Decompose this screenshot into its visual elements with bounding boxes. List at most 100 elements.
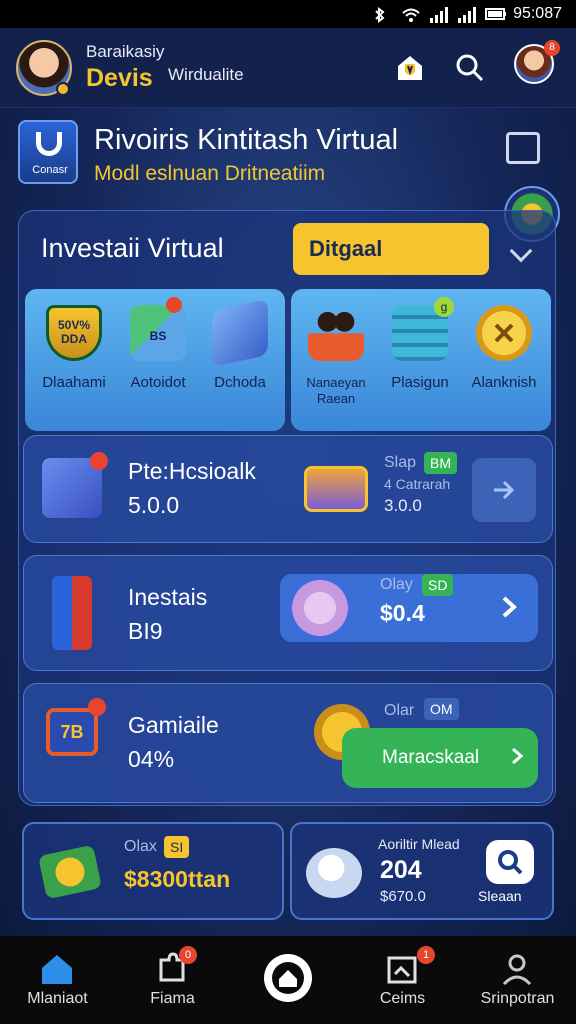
stats-card[interactable]: Aoriltir Mlead 204 $670.0 Sleaan bbox=[290, 822, 554, 920]
nav-label: Ceims bbox=[379, 990, 426, 1007]
nav-item-center[interactable] bbox=[230, 936, 345, 1024]
balance-card[interactable]: Olax SI $8300ttan bbox=[22, 822, 284, 920]
tab-digital[interactable]: Ditgaal bbox=[293, 223, 489, 275]
calendar-icon bbox=[387, 956, 417, 984]
category-item[interactable]: 50V% DDA Dlaahami bbox=[29, 305, 119, 391]
panel-title: Investaii Virtual bbox=[41, 233, 224, 263]
balance-amount: $8300ttan bbox=[124, 866, 231, 892]
chevron-down-icon[interactable] bbox=[509, 239, 533, 263]
row-title: Inestais bbox=[128, 584, 208, 610]
x-mark-icon bbox=[494, 323, 514, 343]
disc-icon bbox=[306, 848, 362, 898]
row-sub-label: 4 Catrarah bbox=[384, 476, 451, 492]
search-icon bbox=[456, 54, 484, 82]
row-pill: OM bbox=[424, 698, 459, 720]
row-open-button[interactable] bbox=[472, 458, 536, 522]
row-value: 04% bbox=[128, 746, 175, 772]
people-icon bbox=[308, 305, 364, 361]
category-label: Alanknish bbox=[471, 374, 537, 391]
category-item[interactable]: Alanknish bbox=[459, 305, 549, 391]
category-label: Dlaahami bbox=[42, 374, 106, 391]
nav-item-profile[interactable]: Srinpotran bbox=[460, 936, 575, 1024]
battery-icon bbox=[52, 576, 92, 650]
app-logo: Conasr bbox=[18, 120, 78, 184]
row-title: Pte:Hcsioalk bbox=[128, 458, 256, 484]
stats-title: Aoriltir Mlead bbox=[378, 836, 460, 852]
username: Devis bbox=[86, 64, 153, 92]
row-pill: SD bbox=[422, 574, 454, 596]
category-item[interactable]: g Plasigun bbox=[375, 297, 465, 391]
arrow-right-icon bbox=[494, 480, 515, 500]
row-highlight: Olay SD $0.4 bbox=[280, 574, 538, 642]
status-bar: 95:087 bbox=[0, 0, 576, 28]
row-small-label: Slap bbox=[384, 454, 417, 471]
row-title: Gamiaile bbox=[128, 712, 219, 738]
row-amount: 3.0.0 bbox=[384, 496, 422, 515]
toy-icon bbox=[292, 580, 348, 636]
header: Baraikasiy Devis Wirdualite 8 bbox=[0, 28, 576, 108]
bottom-nav: Mlaniaot 0 Fiama 1 Ceims Srinpotran bbox=[0, 936, 576, 1024]
category-group-left: 50V% DDA Dlaahami BS Aotoidot Dchoda bbox=[25, 289, 285, 431]
status-time: 95:087 bbox=[513, 5, 562, 22]
pin-icon bbox=[166, 297, 182, 313]
stack-icon: g bbox=[392, 297, 454, 361]
balance-pill: SI bbox=[164, 836, 190, 858]
chevron-right-icon bbox=[512, 747, 524, 765]
app-info: Conasr Rivoiris Kintitash Virtual Modl e… bbox=[18, 120, 558, 200]
stats-amount: $670.0 bbox=[380, 888, 426, 905]
home-shield-icon bbox=[398, 56, 422, 80]
category-label: Aotoidot bbox=[130, 374, 186, 391]
alert-dot bbox=[90, 452, 108, 470]
nav-badge: 0 bbox=[179, 946, 197, 964]
user-icon bbox=[502, 954, 532, 986]
category-item[interactable]: BS Aotoidot bbox=[113, 297, 203, 391]
row-small-label: Olar bbox=[384, 702, 415, 719]
header-subtitle: Baraikasiy bbox=[86, 42, 165, 61]
row-amount: $0.4 bbox=[380, 600, 425, 626]
home-center-icon bbox=[264, 954, 312, 1002]
row-small-label: Olay bbox=[380, 576, 413, 593]
app-title: Rivoiris Kintitash Virtual bbox=[94, 124, 399, 156]
nav-item-home[interactable]: Mlaniaot bbox=[0, 936, 115, 1024]
row-value: BI9 bbox=[128, 618, 163, 644]
nav-item-games[interactable]: 0 Fiama bbox=[115, 936, 230, 1024]
nav-label: Mlaniaot bbox=[27, 990, 88, 1007]
stats-action-label[interactable]: Sleaan bbox=[478, 888, 522, 904]
app-logo-label: Conasr bbox=[32, 164, 68, 176]
shield-badge-icon: 50V% DDA bbox=[46, 305, 102, 361]
main-panel: Investaii Virtual Ditgaal 50V% DDA Dlaah… bbox=[18, 210, 556, 806]
manage-button-label: Maracskaal bbox=[382, 747, 480, 768]
avatar-status-badge bbox=[56, 82, 70, 96]
category-group-right: Nanaeyan Raean g Plasigun Alanknish bbox=[291, 289, 551, 431]
manage-button[interactable]: Maracskaal bbox=[342, 728, 538, 788]
balance-small-label: Olax bbox=[124, 838, 157, 855]
nav-label: Fiama bbox=[150, 990, 195, 1007]
home-shield-button[interactable] bbox=[392, 50, 428, 86]
investment-row[interactable]: 7B Gamiaile 04% Olar OM 1 Maracskaal bbox=[23, 683, 553, 803]
nav-item-calendar[interactable]: 1 Ceims bbox=[345, 936, 460, 1024]
monitor-text: 7B bbox=[60, 722, 84, 742]
category-item[interactable]: Dchoda bbox=[195, 299, 285, 391]
row-value: 5.0.0 bbox=[128, 492, 180, 518]
stats-value: 204 bbox=[380, 856, 422, 884]
category-label: Dchoda bbox=[214, 374, 266, 391]
nav-badge: 1 bbox=[417, 946, 435, 964]
image-icon[interactable] bbox=[506, 132, 540, 164]
monitor-icon: 7B bbox=[46, 708, 98, 756]
category-label: Plasigun bbox=[391, 374, 449, 391]
search-button[interactable] bbox=[452, 50, 488, 86]
investment-row[interactable]: Inestais BI9 Olay SD $0.4 bbox=[23, 555, 553, 671]
nav-label: Srinpotran bbox=[480, 990, 555, 1007]
app-subtitle: Modl eslnuan Dritneatiim bbox=[94, 162, 326, 185]
stack-badge: g bbox=[434, 297, 454, 317]
search-user-icon[interactable] bbox=[486, 840, 534, 884]
category-item[interactable]: Nanaeyan Raean bbox=[291, 305, 381, 407]
alert-dot bbox=[88, 698, 106, 716]
coin-icon bbox=[476, 305, 532, 361]
row-pill: BM bbox=[424, 452, 457, 474]
notification-badge: 8 bbox=[544, 40, 560, 56]
bluetooth-icon bbox=[373, 7, 391, 23]
home-icon bbox=[42, 955, 72, 984]
username-suffix: Wirdualite bbox=[168, 65, 244, 84]
investment-row[interactable]: Pte:Hcsioalk 5.0.0 Slap BM 4 Catrarah 3.… bbox=[23, 435, 553, 543]
